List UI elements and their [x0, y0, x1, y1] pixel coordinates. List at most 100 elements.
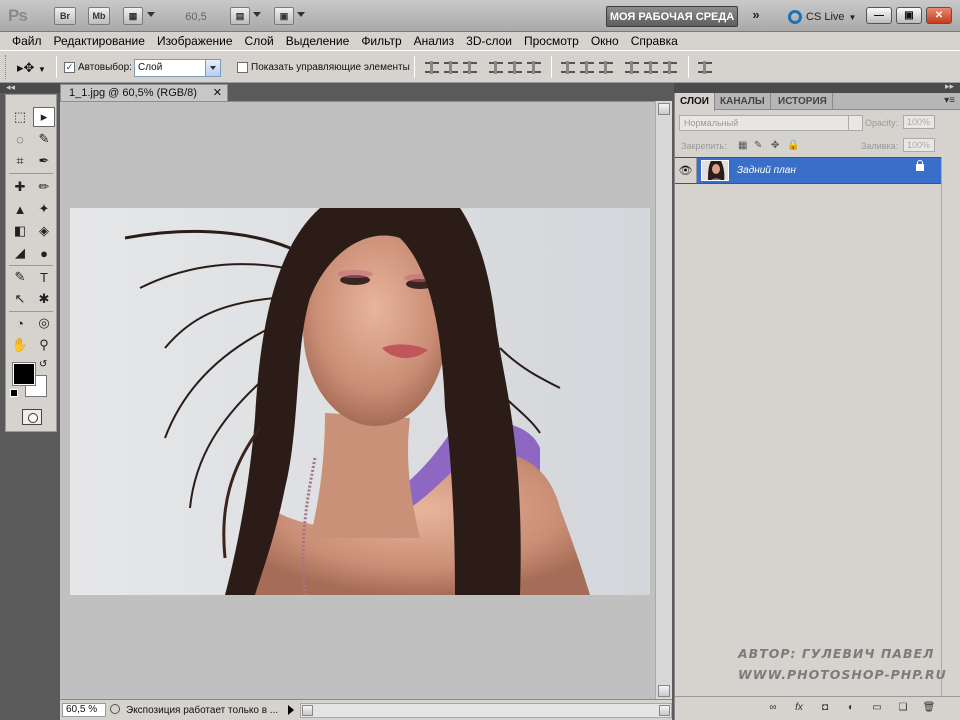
- auto-align-layers-icon[interactable]: [698, 61, 712, 74]
- path-selection-tool[interactable]: ↖: [9, 289, 31, 309]
- chevron-down-icon[interactable]: [297, 12, 305, 17]
- pen-tool[interactable]: ✎: [9, 267, 31, 287]
- swap-colors-icon[interactable]: ↺: [39, 359, 47, 370]
- layers-list-empty-area[interactable]: [675, 185, 941, 695]
- zoom-tool[interactable]: ⚲: [33, 335, 55, 355]
- hand-tool[interactable]: ✋: [9, 335, 31, 355]
- panel-menu-icon[interactable]: ▾≡: [944, 95, 955, 106]
- chevron-down-icon[interactable]: [147, 12, 155, 17]
- vertical-scrollbar[interactable]: [655, 101, 672, 699]
- menu-window[interactable]: Окно: [585, 34, 625, 48]
- distribute-bottom-icon[interactable]: [599, 61, 613, 74]
- scroll-right-icon[interactable]: [659, 705, 670, 716]
- dodge-tool[interactable]: ●: [33, 243, 55, 263]
- quick-selection-tool[interactable]: ✎: [33, 129, 55, 149]
- foreground-color-swatch[interactable]: [12, 362, 36, 386]
- distribute-right-icon[interactable]: [663, 61, 677, 74]
- distribute-hcenter-icon[interactable]: [644, 61, 658, 74]
- lock-all-icon[interactable]: 🔒: [787, 140, 799, 151]
- minibridge-button[interactable]: Mb: [88, 7, 110, 25]
- document-tab[interactable]: 1_1.jpg @ 60,5% (RGB/8) ✕: [60, 84, 228, 101]
- fill-field[interactable]: 100%: [903, 138, 935, 152]
- status-zoom-field[interactable]: 60,5 %: [62, 703, 106, 717]
- collapse-icon[interactable]: ◂◂: [6, 82, 15, 93]
- align-top-icon[interactable]: [425, 61, 439, 74]
- crop-tool[interactable]: ⌗: [9, 151, 31, 171]
- menu-3d[interactable]: 3D-слои: [460, 34, 518, 48]
- view-extras-button[interactable]: ▦: [123, 7, 143, 25]
- close-button[interactable]: ✕: [926, 7, 952, 24]
- default-colors-icon[interactable]: [10, 389, 18, 397]
- add-mask-icon[interactable]: ◘: [817, 702, 833, 715]
- document-image[interactable]: [70, 208, 650, 595]
- status-info[interactable]: Экспозиция работает только в ...: [110, 704, 278, 716]
- menu-filter[interactable]: Фильтр: [355, 34, 407, 48]
- layer-row-background[interactable]: 👁 Задний план: [675, 157, 941, 184]
- layer-style-icon[interactable]: fx: [791, 702, 807, 715]
- brush-tool[interactable]: ✏: [33, 177, 55, 197]
- blend-mode-select[interactable]: Нормальный: [679, 115, 863, 131]
- autoselect-checkbox[interactable]: ✓: [64, 62, 75, 73]
- options-grip[interactable]: [5, 55, 8, 79]
- adjustment-layer-icon[interactable]: ◐: [843, 702, 859, 715]
- opacity-field[interactable]: 100%: [903, 115, 935, 129]
- lasso-tool[interactable]: ◌: [9, 129, 31, 149]
- tab-history[interactable]: ИСТОРИЯ: [773, 93, 833, 110]
- tool-preset-picker[interactable]: ▸✥ ▼: [17, 60, 46, 76]
- align-right-icon[interactable]: [527, 61, 541, 74]
- chevron-down-icon[interactable]: [848, 116, 862, 130]
- new-layer-icon[interactable]: ❑: [895, 702, 911, 715]
- menu-edit[interactable]: Редактирование: [48, 34, 151, 48]
- menu-view[interactable]: Просмотр: [518, 34, 585, 48]
- align-left-icon[interactable]: [489, 61, 503, 74]
- horizontal-scrollbar[interactable]: [300, 703, 672, 718]
- align-vcenter-icon[interactable]: [444, 61, 458, 74]
- history-brush-tool[interactable]: ✦: [33, 199, 55, 219]
- distribute-left-icon[interactable]: [625, 61, 639, 74]
- menu-help[interactable]: Справка: [625, 34, 684, 48]
- minimize-button[interactable]: —: [866, 7, 892, 24]
- scroll-left-icon[interactable]: [302, 705, 313, 716]
- show-transform-controls-checkbox[interactable]: [237, 62, 248, 73]
- distribute-vcenter-icon[interactable]: [580, 61, 594, 74]
- blur-tool[interactable]: ◢: [9, 243, 31, 263]
- align-bottom-icon[interactable]: [463, 61, 477, 74]
- align-hcenter-icon[interactable]: [508, 61, 522, 74]
- lock-pixels-icon[interactable]: ✎: [754, 140, 762, 151]
- tab-channels[interactable]: КАНАЛЫ: [715, 93, 771, 110]
- visibility-eye-icon[interactable]: 👁: [675, 158, 697, 183]
- bridge-button[interactable]: Br: [54, 7, 76, 25]
- close-icon[interactable]: ✕: [213, 86, 222, 99]
- link-layers-icon[interactable]: ∞: [765, 702, 781, 715]
- quick-mask-button[interactable]: [22, 409, 42, 425]
- collapse-icon[interactable]: ▸▸: [945, 81, 954, 92]
- maximize-button[interactable]: ▣: [896, 7, 922, 24]
- autoselect-target-select[interactable]: Слой: [134, 59, 221, 77]
- healing-brush-tool[interactable]: ✚: [9, 177, 31, 197]
- scroll-up-icon[interactable]: [658, 103, 670, 115]
- move-tool[interactable]: ▸: [33, 107, 55, 127]
- 3d-orbit-tool[interactable]: ◎: [33, 313, 55, 333]
- 3d-rotate-tool[interactable]: ◔: [9, 313, 31, 333]
- layer-name[interactable]: Задний план: [737, 165, 796, 176]
- layers-scrollbar[interactable]: [941, 157, 959, 697]
- menu-file[interactable]: Файл: [6, 34, 48, 48]
- screen-mode-button[interactable]: ▣: [274, 7, 294, 25]
- zoom-level-field[interactable]: 60,5: [170, 8, 222, 25]
- eyedropper-tool[interactable]: ✒: [33, 151, 55, 171]
- workspace-button[interactable]: МОЯ РАБОЧАЯ СРЕДА: [606, 6, 738, 27]
- lock-position-icon[interactable]: ✥: [771, 140, 779, 151]
- menu-image[interactable]: Изображение: [151, 34, 239, 48]
- chevron-down-icon[interactable]: [253, 12, 261, 17]
- delete-layer-icon[interactable]: 🗑: [921, 702, 937, 715]
- paint-bucket-tool[interactable]: ◈: [33, 221, 55, 241]
- eraser-tool[interactable]: ◧: [9, 221, 31, 241]
- distribute-top-icon[interactable]: [561, 61, 575, 74]
- marquee-tool[interactable]: ⬚: [9, 107, 31, 127]
- menu-select[interactable]: Выделение: [280, 34, 356, 48]
- cs-live-button[interactable]: CS Live ▼: [788, 8, 856, 26]
- more-workspaces-button[interactable]: »: [746, 7, 766, 25]
- new-group-icon[interactable]: ▭: [869, 702, 885, 715]
- panel-dock-header[interactable]: ▸▸: [674, 81, 960, 93]
- shape-tool[interactable]: ✱: [33, 289, 55, 309]
